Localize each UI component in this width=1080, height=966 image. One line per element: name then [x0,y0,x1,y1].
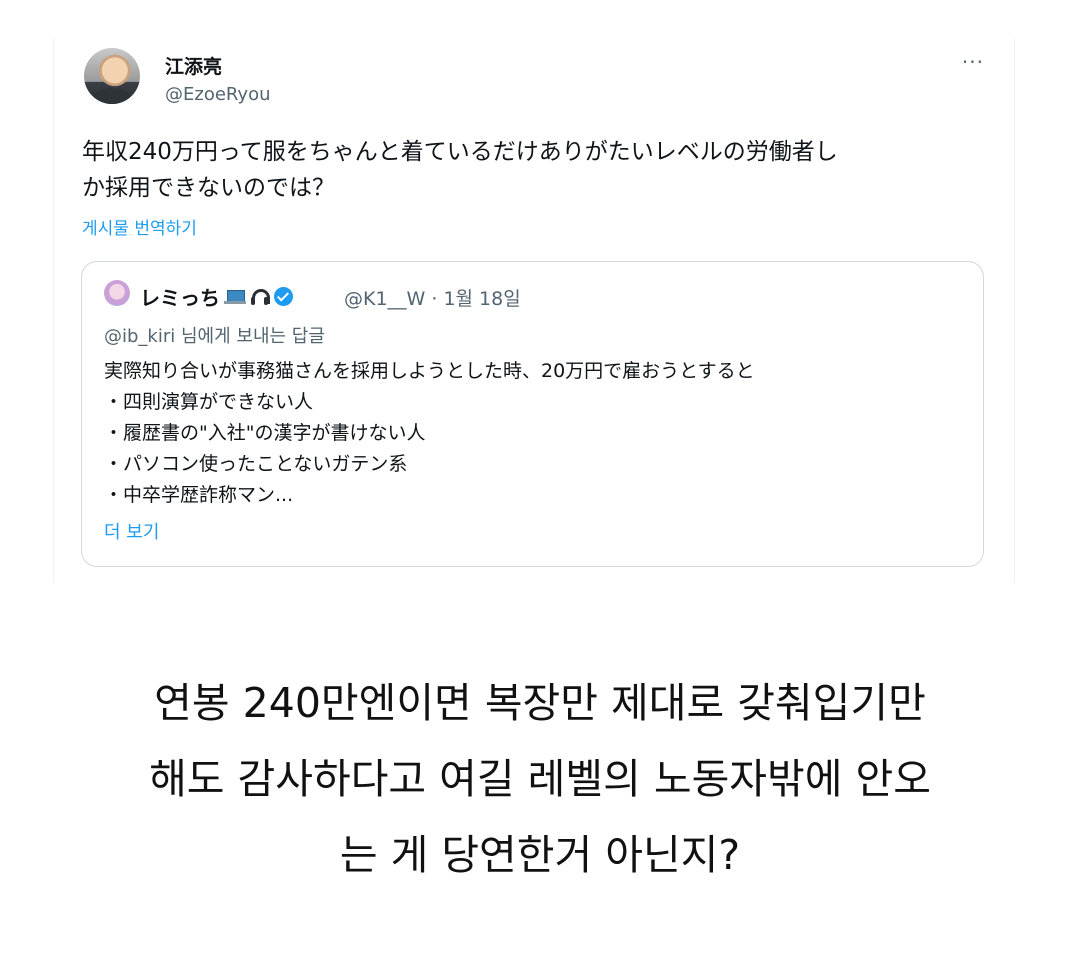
quoted-tweet[interactable]: レミっち @K1__W · 1월 18일 @ib_kiri 님에게 보내는 답글… [81,261,984,567]
quoted-text-line: ・履歴書の"入社"の漢字が書けない人 [104,422,426,444]
tweet-text: 年収240万円って服をちゃんと着ているだけありがたいレベルの労働者し か採用でき… [82,134,992,206]
tweet-card: 江添亮 @EzoeRyou ··· 年収240万円って服をちゃんと着ているだけあ… [53,38,1015,583]
more-options-icon[interactable]: ··· [962,50,984,74]
author-display-name[interactable]: 江添亮 [165,52,222,79]
verified-badge-icon [274,287,293,306]
caption-line: 는 게 당연한거 아닌지? [339,831,741,879]
author-avatar[interactable] [84,48,140,104]
quoted-text-line: 実際知り合いが事務猫さんを採用しようとした時、20万円で雇おうとすると [104,360,755,382]
translation-caption: 연봉 240만엔이면 복장만 제대로 갖춰입기만 해도 감사하다고 여길 레벨의… [0,665,1080,893]
translate-post-link[interactable]: 게시물 번역하기 [82,214,197,239]
author-handle[interactable]: @EzoeRyou [165,84,271,105]
headphones-icon [250,288,270,306]
quoted-text-line: ・四則演算ができない人 [104,391,314,413]
reply-context: @ib_kiri 님에게 보내는 답글 [104,322,325,348]
quoted-author-avatar [104,280,130,306]
quoted-text-line: ・パソコン使ったことないガテン系 [104,453,408,475]
reply-suffix: 님에게 보내는 답글 [175,326,325,347]
tweet-text-line: か採用できないのでは？ [82,175,335,201]
quoted-author-display-name: レミっち [140,286,220,310]
quoted-handle-date: @K1__W · 1월 18일 [344,288,521,310]
caption-line: 연봉 240만엔이면 복장만 제대로 갖춰입기만 [154,679,926,727]
show-more-link[interactable]: 더 보기 [104,518,159,544]
quoted-tweet-text: 実際知り合いが事務猫さんを採用しようとした時、20万円で雇おうとすると ・四則演… [104,356,755,511]
quoted-author-name: レミっち [140,282,293,311]
laptop-icon [224,289,246,304]
caption-line: 해도 감사하다고 여길 레벨의 노동자밖에 안오 [149,755,931,803]
quoted-text-line: ・中卒学歴詐称マン... [104,484,294,506]
reply-mention[interactable]: @ib_kiri [104,326,175,347]
tweet-text-line: 年収240万円って服をちゃんと着ているだけありがたいレベルの労働者し [82,139,838,165]
